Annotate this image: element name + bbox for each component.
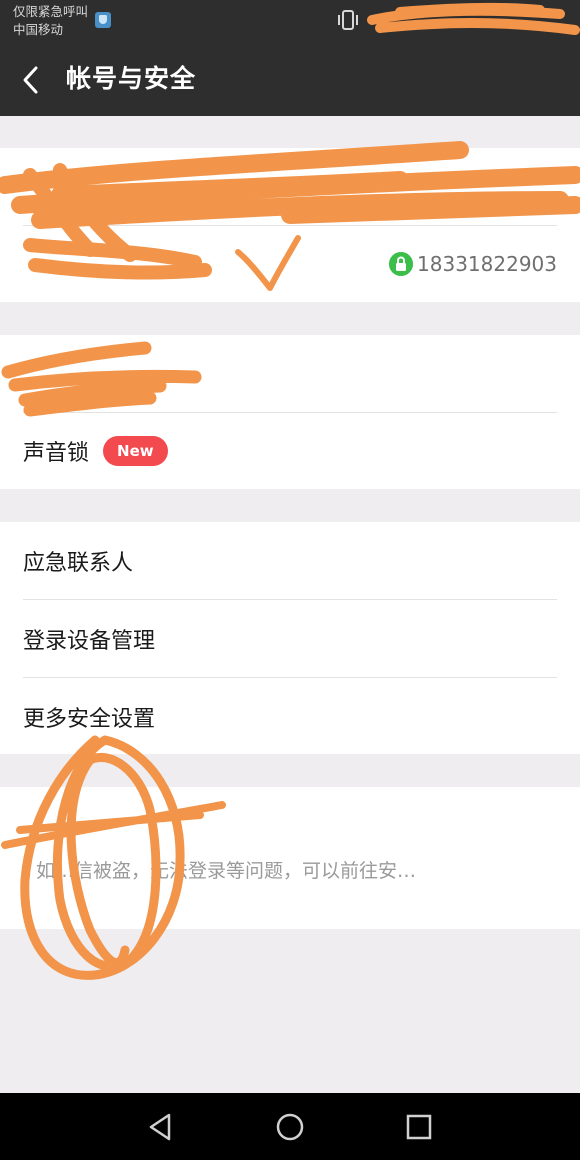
help-group[interactable]: 如…信被盗，无法登录等问题，可以前往安… (0, 787, 580, 929)
more-settings-row[interactable]: 更多安全设置 (23, 678, 557, 755)
voice-lock-row[interactable]: 声音锁 New (23, 412, 557, 489)
back-arrow-icon[interactable] (20, 64, 42, 96)
help-description: 如…信被盗，无法登录等问题，可以前往安… (36, 860, 417, 882)
more-settings-label: 更多安全设置 (23, 706, 156, 732)
menu-group: 应急联系人 登录设备管理 更多安全设置 (0, 522, 580, 754)
password-row[interactable] (23, 335, 557, 412)
sim-shield-icon (95, 12, 111, 28)
circle-home-icon[interactable] (274, 1111, 306, 1143)
device-management-row[interactable]: 登录设备管理 (23, 600, 557, 677)
app-header: 帐号与安全 (0, 44, 580, 116)
square-recent-icon[interactable] (403, 1111, 435, 1143)
account-id-row[interactable] (23, 148, 557, 225)
status-bar: 仅限紧急呼叫 中国移动 (0, 0, 580, 44)
phone-row[interactable]: 18331822903 (23, 225, 557, 302)
security-group: 声音锁 New (0, 335, 580, 489)
account-group: 18331822903 (0, 148, 580, 302)
device-management-label: 登录设备管理 (23, 628, 156, 654)
new-badge: New (103, 435, 168, 466)
emergency-contact-label: 应急联系人 (23, 550, 134, 576)
page-title: 帐号与安全 (66, 64, 197, 93)
emergency-contact-row[interactable]: 应急联系人 (23, 522, 557, 599)
status-emergency-text: 仅限紧急呼叫 (13, 4, 89, 19)
triangle-back-icon[interactable] (145, 1111, 177, 1143)
phone-number: 18331822903 (417, 251, 557, 276)
system-nav-bar (0, 1093, 580, 1160)
voice-lock-label: 声音锁 (23, 440, 90, 466)
status-carrier-text: 中国移动 (13, 22, 64, 37)
vibrate-icon (338, 10, 358, 30)
status-carrier-info: 仅限紧急呼叫 中国移动 (13, 3, 88, 39)
lock-icon (389, 251, 414, 276)
